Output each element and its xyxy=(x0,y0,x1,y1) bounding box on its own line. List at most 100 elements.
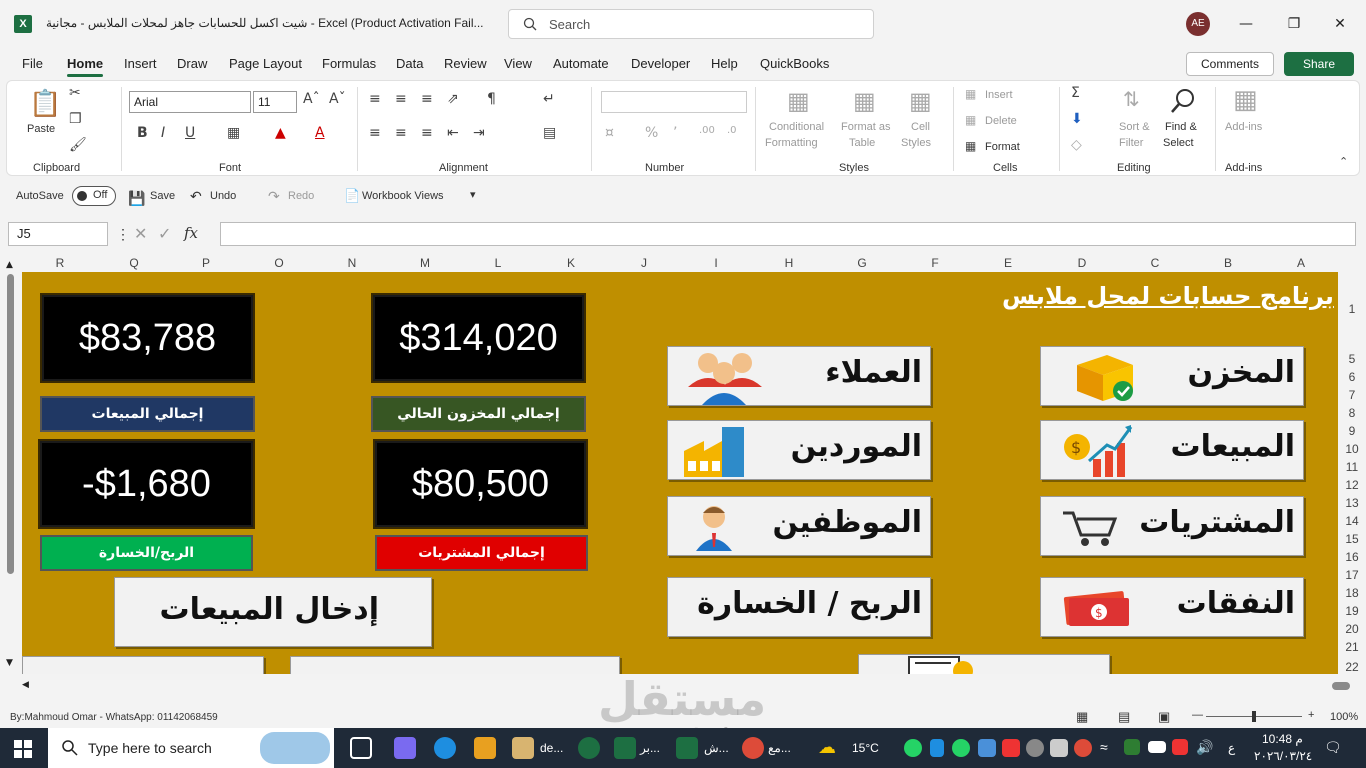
align-left-icon[interactable]: ≡ xyxy=(369,125,381,141)
decrease-indent-icon[interactable]: ⇤ xyxy=(447,125,459,141)
paste-label[interactable]: Paste xyxy=(27,123,55,135)
column-n[interactable]: N xyxy=(342,256,362,270)
task-view-icon[interactable] xyxy=(350,737,372,759)
page-break-icon[interactable]: ▣ xyxy=(1158,709,1170,725)
cell-styles-label-1[interactable]: Cell xyxy=(911,121,930,133)
row-17[interactable]: 17 xyxy=(1338,568,1366,582)
format-cells-label[interactable]: Format xyxy=(985,141,1020,153)
sort-label-1[interactable]: Sort & xyxy=(1119,121,1150,133)
font-color-icon[interactable]: A xyxy=(315,125,325,141)
bottom-button-3[interactable] xyxy=(858,654,1110,674)
column-e[interactable]: E xyxy=(998,256,1018,270)
redo-label[interactable]: Redo xyxy=(288,190,314,202)
bottom-button-2[interactable] xyxy=(290,656,620,674)
enter-icon[interactable]: ✓ xyxy=(158,224,171,244)
borders-icon[interactable]: ▦ xyxy=(227,125,240,141)
tab-formulas[interactable]: Formulas xyxy=(322,56,376,71)
scroll-up-icon[interactable]: ▲ xyxy=(6,260,13,270)
comments-button[interactable]: Comments xyxy=(1186,52,1274,76)
find-select-icon[interactable] xyxy=(1169,87,1197,115)
format-as-table-icon[interactable]: ▦ xyxy=(853,87,876,115)
number-format-select[interactable] xyxy=(601,91,747,113)
taskbar-app-1[interactable]: de... xyxy=(540,741,563,755)
row-20[interactable]: 20 xyxy=(1338,622,1366,636)
format-table-label-1[interactable]: Format as xyxy=(841,121,891,133)
search-box[interactable]: Search xyxy=(508,9,874,39)
currency-icon[interactable]: ¤ xyxy=(605,125,614,141)
bold-icon[interactable]: B xyxy=(137,125,148,141)
nav-warehouse-button[interactable]: المخزن xyxy=(1040,346,1304,406)
sort-label-2[interactable]: Filter xyxy=(1119,137,1143,149)
bluetooth-icon[interactable] xyxy=(930,739,944,757)
format-table-label-2[interactable]: Table xyxy=(849,137,875,149)
zoom-out-icon[interactable]: — xyxy=(1192,709,1203,721)
delete-cells-icon[interactable]: ▦ xyxy=(965,113,976,127)
store-icon[interactable] xyxy=(474,737,496,759)
row-14[interactable]: 14 xyxy=(1338,514,1366,528)
worksheet[interactable]: برنامج حسابات لمحل ملابس $314,020 إجمالي… xyxy=(22,272,1338,674)
horizontal-scroll-thumb[interactable] xyxy=(1332,682,1350,690)
copilot-icon[interactable] xyxy=(394,737,416,759)
tab-help[interactable]: Help xyxy=(711,56,738,71)
vertical-scroll-thumb[interactable] xyxy=(7,274,14,574)
merge-center-icon[interactable]: ▤ xyxy=(543,125,556,141)
format-painter-icon[interactable]: 🖌 xyxy=(69,137,87,153)
fill-color-icon[interactable]: ▲ xyxy=(275,125,286,141)
row-22[interactable]: 22 xyxy=(1338,660,1366,674)
conditional-label-1[interactable]: Conditional xyxy=(769,121,824,133)
column-k[interactable]: K xyxy=(561,256,581,270)
whatsapp-icon-2[interactable] xyxy=(952,739,970,757)
clock-time[interactable]: 10:48 م xyxy=(1262,732,1303,746)
row-19[interactable]: 19 xyxy=(1338,604,1366,618)
insert-cells-label[interactable]: Insert xyxy=(985,89,1013,101)
volume-icon[interactable]: 🔊 xyxy=(1196,739,1213,756)
excel-taskbar-icon-2[interactable] xyxy=(676,737,698,759)
taskbar-app-3[interactable]: ش... xyxy=(704,741,729,755)
chrome-icon[interactable] xyxy=(742,737,764,759)
row-12[interactable]: 12 xyxy=(1338,478,1366,492)
conditional-label-2[interactable]: Formatting xyxy=(765,137,818,149)
paste-icon[interactable]: 📋 xyxy=(29,89,61,119)
sales-entry-button[interactable]: إدخال المبيعات xyxy=(114,577,432,647)
taskbar-app-4[interactable]: مع... xyxy=(768,741,791,755)
language-indicator[interactable]: ع xyxy=(1228,741,1235,755)
insert-cells-icon[interactable]: ▦ xyxy=(965,87,976,101)
row-11[interactable]: 11 xyxy=(1338,460,1366,474)
orientation-icon[interactable]: ⇗ xyxy=(447,91,459,107)
row-15[interactable]: 15 xyxy=(1338,532,1366,546)
tab-draw[interactable]: Draw xyxy=(177,56,207,71)
column-p[interactable]: P xyxy=(196,256,216,270)
fill-icon[interactable]: ⬇ xyxy=(1071,111,1083,127)
column-c[interactable]: C xyxy=(1145,256,1165,270)
zoom-level[interactable]: 100% xyxy=(1330,711,1358,723)
row-7[interactable]: 7 xyxy=(1338,388,1366,402)
tab-page-layout[interactable]: Page Layout xyxy=(229,56,302,71)
column-m[interactable]: M xyxy=(415,256,435,270)
vertical-scrollbar[interactable]: ▲ ▼ xyxy=(6,260,16,670)
align-center-icon[interactable]: ≡ xyxy=(395,125,407,141)
row-13[interactable]: 13 xyxy=(1338,496,1366,510)
edge-icon[interactable] xyxy=(434,737,456,759)
column-r[interactable]: R xyxy=(50,256,70,270)
formula-input[interactable] xyxy=(220,222,1356,246)
bottom-button-1[interactable] xyxy=(22,656,264,674)
column-l[interactable]: L xyxy=(488,256,508,270)
clear-icon[interactable]: ◇ xyxy=(1071,137,1082,153)
save-label[interactable]: Save xyxy=(150,190,175,202)
restore-icon[interactable]: ❐ xyxy=(1284,14,1304,34)
undo-icon[interactable]: ↶ xyxy=(190,188,202,205)
column-g[interactable]: G xyxy=(852,256,872,270)
autosum-icon[interactable]: Σ xyxy=(1071,85,1080,101)
wrap-text-icon[interactable]: ↵ xyxy=(543,91,555,107)
tab-view[interactable]: View xyxy=(504,56,532,71)
taskbar-app-2[interactable]: بر... xyxy=(640,741,660,755)
share-button[interactable]: Share xyxy=(1284,52,1354,76)
percent-icon[interactable]: % xyxy=(645,125,658,141)
tab-data[interactable]: Data xyxy=(396,56,423,71)
battery-icon[interactable] xyxy=(1148,741,1166,753)
zoom-slider-thumb[interactable] xyxy=(1252,711,1256,722)
nav-profit-loss-button[interactable]: الربح / الخسارة xyxy=(667,577,931,637)
sort-filter-icon[interactable]: ⇅ xyxy=(1123,87,1140,111)
row-9[interactable]: 9 xyxy=(1338,424,1366,438)
redo-icon[interactable]: ↷ xyxy=(268,188,280,205)
